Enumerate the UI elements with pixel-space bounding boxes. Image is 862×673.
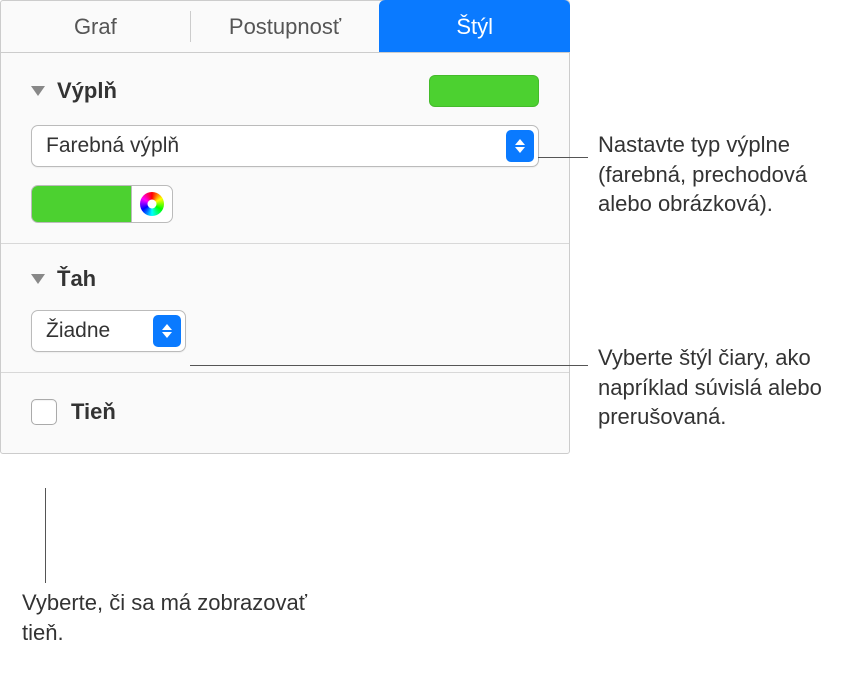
stroke-style-value: Žiadne <box>32 319 149 343</box>
callout-line <box>190 365 588 366</box>
stroke-title: Ťah <box>57 266 96 292</box>
shadow-row: Tieň <box>31 399 539 425</box>
tab-chart[interactable]: Graf <box>1 1 190 52</box>
dropdown-stepper-icon <box>506 130 534 162</box>
shadow-section: Tieň <box>1 373 569 453</box>
stroke-header: Ťah <box>31 266 539 292</box>
callout-line <box>45 488 46 583</box>
style-panel: Graf Postupnosť Štýl Výplň Farebná výplň <box>0 0 570 454</box>
shadow-checkbox[interactable] <box>31 399 57 425</box>
tab-style[interactable]: Štýl <box>379 0 570 52</box>
tab-chart-label: Graf <box>74 14 117 40</box>
chevron-down-icon[interactable] <box>31 274 45 284</box>
callout-stroke-style: Vyberte štýl čiary, ako napríklad súvisl… <box>598 343 848 432</box>
chevron-down-icon <box>515 147 525 153</box>
tab-style-label: Štýl <box>456 14 493 40</box>
fill-type-dropdown[interactable]: Farebná výplň <box>31 125 539 167</box>
fill-type-value: Farebná výplň <box>32 134 502 158</box>
tab-sequence[interactable]: Postupnosť <box>191 1 380 52</box>
inspector-tabs: Graf Postupnosť Štýl <box>1 1 569 53</box>
chevron-up-icon <box>515 139 525 145</box>
tab-sequence-label: Postupnosť <box>229 14 341 40</box>
fill-color-well[interactable] <box>31 185 131 223</box>
callout-fill-type: Nastavte typ výplne (farebná, prechodová… <box>598 130 848 219</box>
fill-section: Výplň Farebná výplň <box>1 53 569 244</box>
fill-header: Výplň <box>31 78 117 104</box>
callout-line <box>538 157 588 158</box>
color-wheel-button[interactable] <box>131 185 173 223</box>
fill-color-swatch[interactable] <box>429 75 539 107</box>
shadow-label: Tieň <box>71 399 116 425</box>
chevron-down-icon <box>162 332 172 338</box>
chevron-up-icon <box>162 324 172 330</box>
stroke-section: Ťah Žiadne <box>1 244 569 373</box>
callout-shadow: Vyberte, či sa má zobrazovať tieň. <box>22 588 322 647</box>
fill-title: Výplň <box>57 78 117 104</box>
color-wheel-icon <box>140 192 164 216</box>
fill-header-row: Výplň <box>31 75 539 107</box>
color-picker-row <box>31 185 539 223</box>
chevron-down-icon[interactable] <box>31 86 45 96</box>
stroke-style-dropdown[interactable]: Žiadne <box>31 310 186 352</box>
dropdown-stepper-icon <box>153 315 181 347</box>
